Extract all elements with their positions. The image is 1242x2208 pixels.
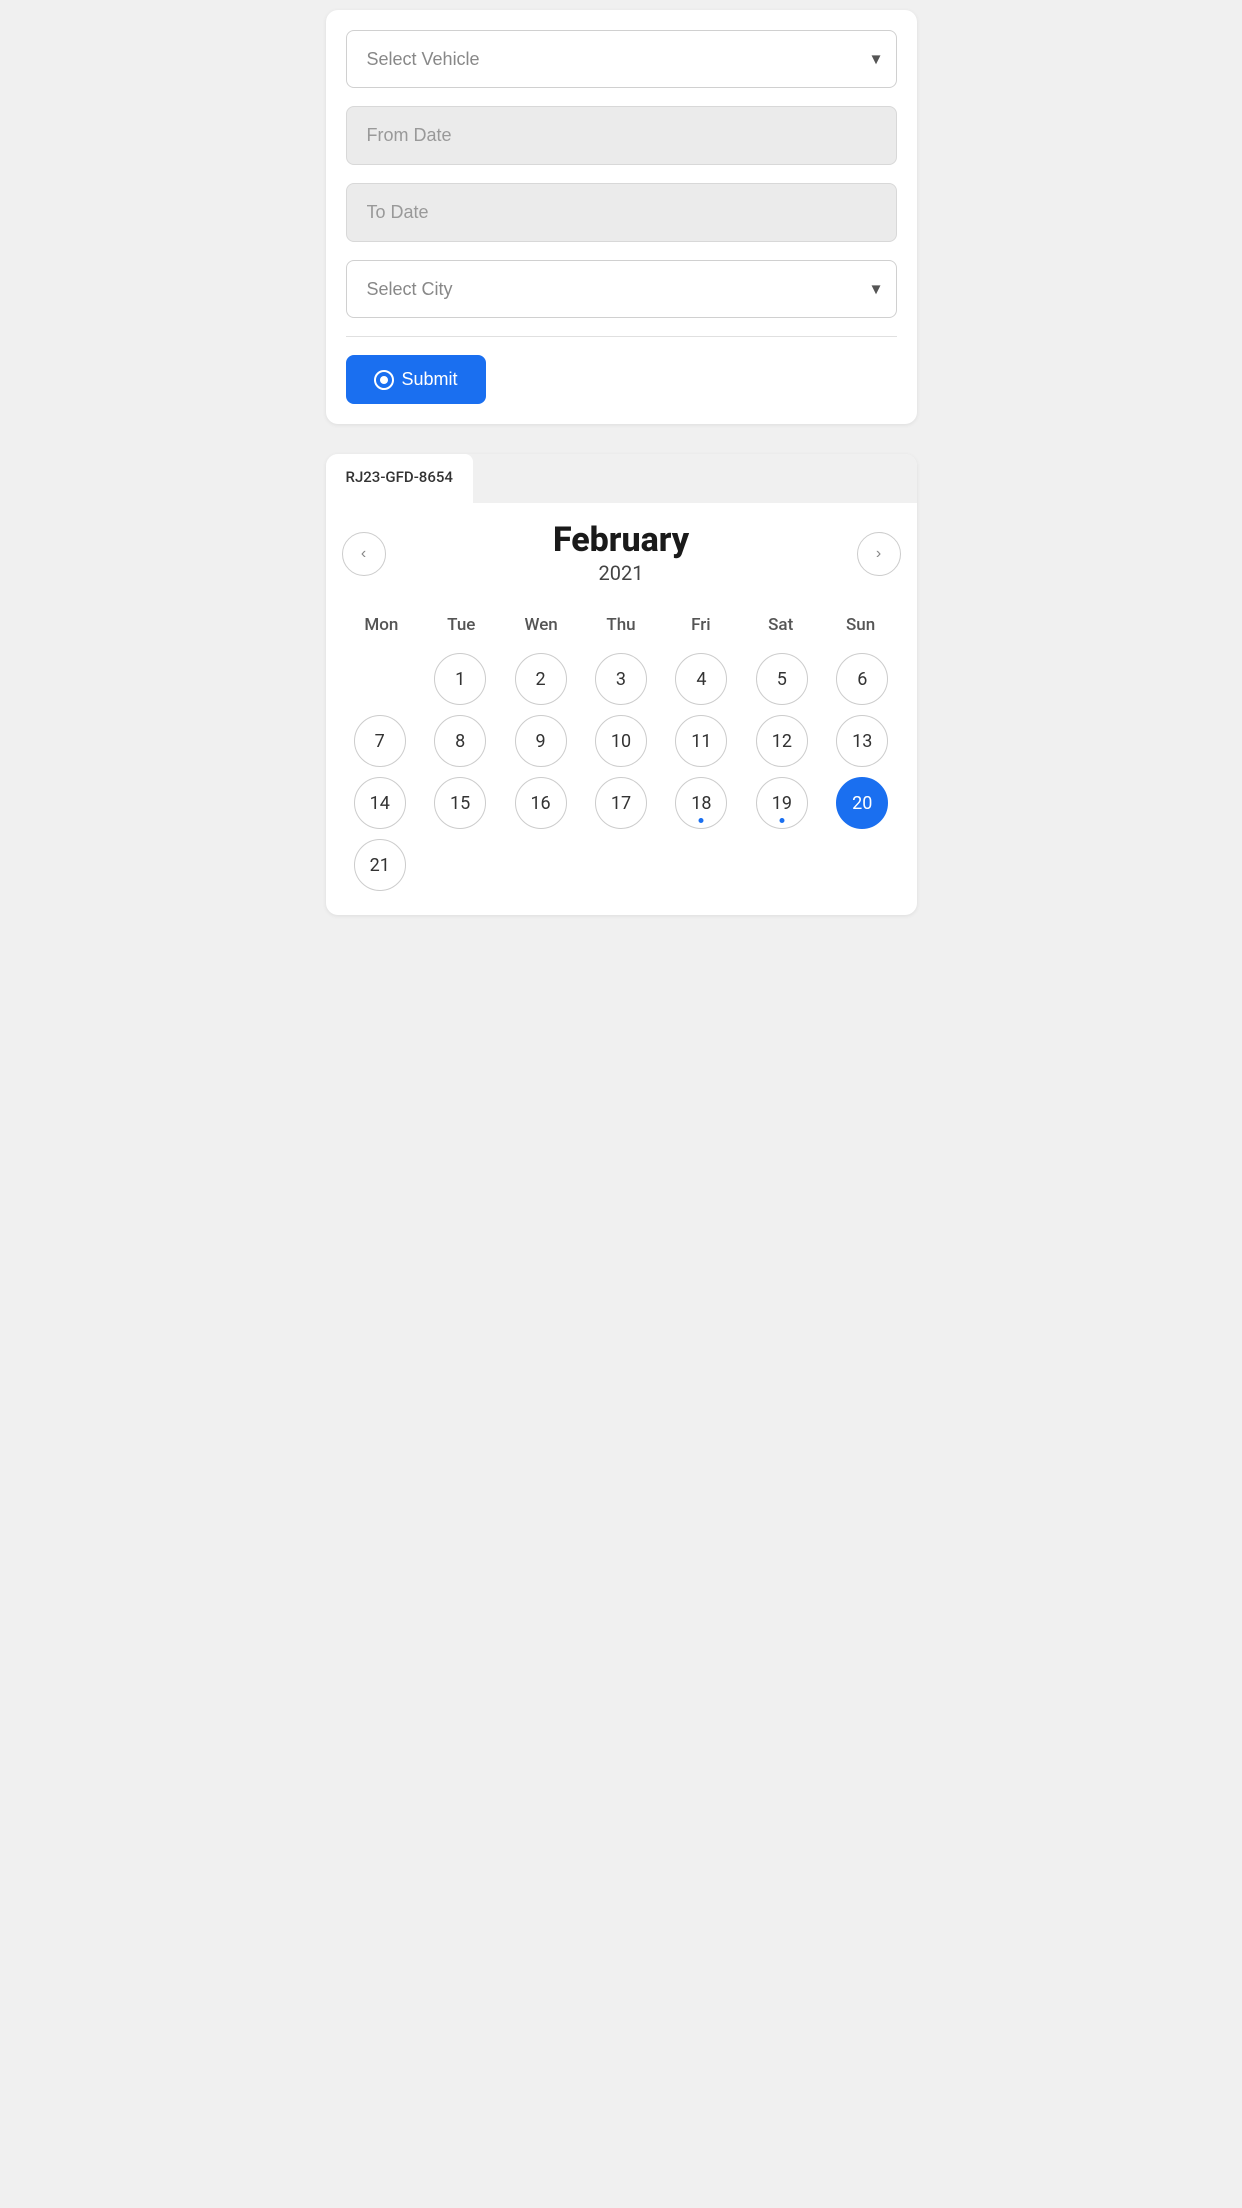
day-cell: 4 bbox=[663, 653, 739, 705]
day-cell: 12 bbox=[744, 715, 820, 767]
day-16[interactable]: 16 bbox=[515, 777, 567, 829]
day-19[interactable]: 19 bbox=[756, 777, 808, 829]
day-header-wen: Wen bbox=[501, 609, 581, 641]
day-8[interactable]: 8 bbox=[434, 715, 486, 767]
day-cell: 9 bbox=[502, 715, 578, 767]
prev-month-button[interactable]: ‹ bbox=[342, 532, 386, 576]
day-cell: 5 bbox=[744, 653, 820, 705]
day-cell: 18 bbox=[663, 777, 739, 829]
city-select-group: Select City ▾ bbox=[346, 260, 897, 318]
day-3[interactable]: 3 bbox=[595, 653, 647, 705]
day-14[interactable]: 14 bbox=[354, 777, 406, 829]
year-label: 2021 bbox=[553, 561, 689, 585]
day-cell: 21 bbox=[342, 839, 418, 891]
day-7[interactable]: 7 bbox=[354, 715, 406, 767]
submit-button[interactable]: Submit bbox=[346, 355, 486, 404]
prev-icon: ‹ bbox=[361, 545, 366, 563]
vehicle-tab-label: RJ23-GFD-8654 bbox=[346, 468, 453, 486]
month-name: February bbox=[553, 523, 689, 557]
day-cell: 10 bbox=[583, 715, 659, 767]
day-13[interactable]: 13 bbox=[836, 715, 888, 767]
day-cell: 15 bbox=[422, 777, 498, 829]
day-4[interactable]: 4 bbox=[675, 653, 727, 705]
next-month-button[interactable]: › bbox=[857, 532, 901, 576]
day-headers: MonTueWenThuFriSatSun bbox=[342, 609, 901, 641]
day-header-tue: Tue bbox=[421, 609, 501, 641]
day-10[interactable]: 10 bbox=[595, 715, 647, 767]
from-date-input[interactable] bbox=[346, 106, 897, 165]
calendar-header: ‹ February 2021 › bbox=[342, 523, 901, 585]
day-header-mon: Mon bbox=[342, 609, 422, 641]
day-18[interactable]: 18 bbox=[675, 777, 727, 829]
tab-bar: RJ23-GFD-8654 bbox=[326, 454, 917, 503]
to-date-group bbox=[346, 183, 897, 242]
day-cell: 19 bbox=[744, 777, 820, 829]
day-21[interactable]: 21 bbox=[354, 839, 406, 891]
days-grid: 123456789101112131415161718192021 bbox=[342, 653, 901, 891]
day-header-sat: Sat bbox=[741, 609, 821, 641]
form-card: Select Vehicle ▾ Select City ▾ Submit bbox=[326, 10, 917, 424]
day-1[interactable]: 1 bbox=[434, 653, 486, 705]
day-20[interactable]: 20 bbox=[836, 777, 888, 829]
day-cell: 2 bbox=[502, 653, 578, 705]
day-cell: 14 bbox=[342, 777, 418, 829]
city-select-wrapper: Select City ▾ bbox=[346, 260, 897, 318]
day-cell: 11 bbox=[663, 715, 739, 767]
submit-label: Submit bbox=[402, 369, 458, 390]
day-cell bbox=[342, 653, 418, 705]
day-cell: 17 bbox=[583, 777, 659, 829]
day-17[interactable]: 17 bbox=[595, 777, 647, 829]
select-vehicle[interactable]: Select Vehicle bbox=[346, 30, 897, 88]
vehicle-select-group: Select Vehicle ▾ bbox=[346, 30, 897, 88]
select-city[interactable]: Select City bbox=[346, 260, 897, 318]
submit-row: Submit bbox=[346, 336, 897, 404]
day-12[interactable]: 12 bbox=[756, 715, 808, 767]
day-9[interactable]: 9 bbox=[515, 715, 567, 767]
month-title: February 2021 bbox=[553, 523, 689, 585]
day-cell: 20 bbox=[824, 777, 900, 829]
day-cell: 7 bbox=[342, 715, 418, 767]
vehicle-tab[interactable]: RJ23-GFD-8654 bbox=[326, 454, 473, 503]
day-6[interactable]: 6 bbox=[836, 653, 888, 705]
day-header-thu: Thu bbox=[581, 609, 661, 641]
day-11[interactable]: 11 bbox=[675, 715, 727, 767]
next-icon: › bbox=[876, 545, 881, 563]
day-15[interactable]: 15 bbox=[434, 777, 486, 829]
day-empty bbox=[354, 653, 406, 705]
calendar-section: RJ23-GFD-8654 ‹ February 2021 › MonTueWe… bbox=[326, 454, 917, 915]
day-5[interactable]: 5 bbox=[756, 653, 808, 705]
from-date-group bbox=[346, 106, 897, 165]
day-2[interactable]: 2 bbox=[515, 653, 567, 705]
day-cell: 13 bbox=[824, 715, 900, 767]
day-cell: 6 bbox=[824, 653, 900, 705]
day-header-sun: Sun bbox=[821, 609, 901, 641]
day-header-fri: Fri bbox=[661, 609, 741, 641]
day-cell: 16 bbox=[502, 777, 578, 829]
submit-icon bbox=[374, 370, 394, 390]
day-cell: 1 bbox=[422, 653, 498, 705]
day-cell: 3 bbox=[583, 653, 659, 705]
calendar-body: ‹ February 2021 › MonTueWenThuFriSatSun … bbox=[326, 503, 917, 915]
day-cell: 8 bbox=[422, 715, 498, 767]
to-date-input[interactable] bbox=[346, 183, 897, 242]
vehicle-select-wrapper: Select Vehicle ▾ bbox=[346, 30, 897, 88]
